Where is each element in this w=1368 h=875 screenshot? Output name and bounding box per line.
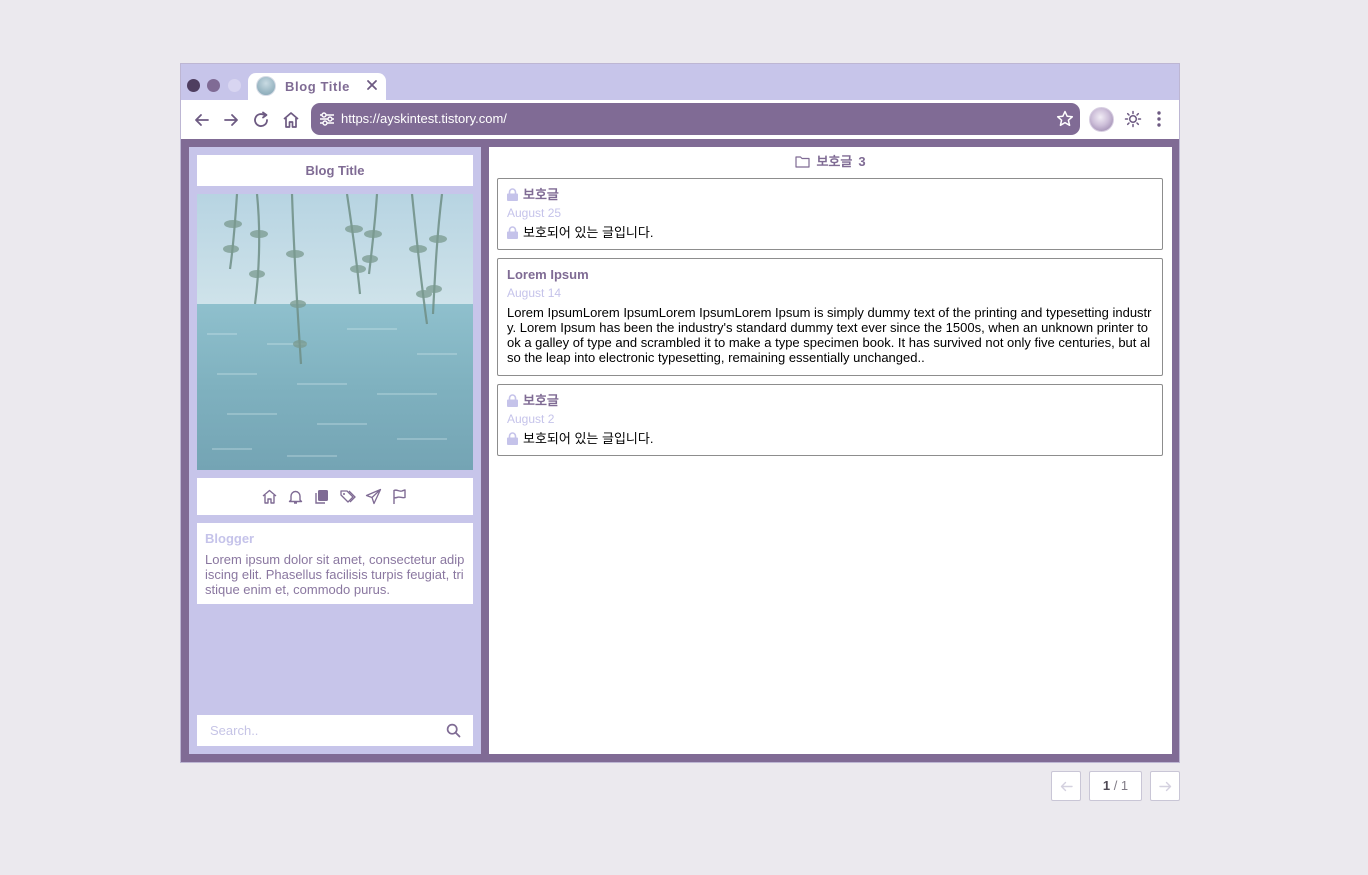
post-card[interactable]: 보호글 August 25 보호되어 있는 글입니다.	[497, 178, 1163, 250]
lock-icon	[507, 432, 518, 445]
tab-title: Blog Title	[285, 79, 350, 94]
url-text: https://ayskintest.tistory.com/	[341, 111, 507, 126]
favicon-icon	[256, 76, 276, 96]
folder-icon	[795, 156, 811, 168]
home-icon[interactable]	[281, 110, 301, 130]
lock-icon	[507, 394, 518, 407]
post-date: August 14	[507, 286, 562, 300]
browser-window: Blog Title https://ayskintest.tistory.co…	[180, 63, 1180, 763]
post-title[interactable]: 보호글	[507, 392, 1153, 409]
tab-bar: Blog Title	[181, 64, 1179, 100]
bookmark-star-icon[interactable]	[1055, 109, 1075, 129]
sidebar-nav-icons	[197, 478, 473, 515]
forward-icon[interactable]	[221, 110, 241, 130]
home-icon[interactable]	[261, 488, 278, 505]
post-title[interactable]: Lorem Ipsum	[507, 266, 1153, 283]
post-excerpt: 보호되어 있는 글입니다.	[507, 431, 1153, 446]
search-icon[interactable]	[446, 723, 461, 738]
post-title-text: 보호글	[523, 393, 559, 408]
reload-icon[interactable]	[251, 110, 271, 130]
total-pages: 1	[1120, 778, 1129, 793]
site-settings-icon[interactable]	[318, 110, 336, 128]
tags-icon[interactable]	[339, 488, 356, 505]
browser-tab[interactable]: Blog Title	[248, 73, 386, 100]
blogger-name: Blogger	[205, 531, 255, 546]
blog-title[interactable]: Blog Title	[197, 155, 473, 186]
post-date: August 25	[507, 206, 562, 220]
post-excerpt: Lorem IpsumLorem IpsumLorem IpsumLorem I…	[507, 305, 1152, 365]
copy-icon[interactable]	[313, 488, 330, 505]
arrow-left-icon	[1060, 781, 1073, 792]
page-separator: /	[1110, 778, 1121, 793]
page-indicator: 1 / 1	[1089, 771, 1142, 801]
lock-icon	[507, 188, 518, 201]
search-input[interactable]	[197, 715, 437, 746]
browser-toolbar: https://ayskintest.tistory.com/	[181, 100, 1179, 139]
sidebar: Blog Title Blogger Lorem ipsum dolor sit…	[189, 147, 481, 754]
send-icon[interactable]	[365, 488, 382, 505]
category-count: 3	[858, 154, 866, 169]
blog-cover-image	[197, 194, 473, 470]
profile-card: Blogger Lorem ipsum dolor sit amet, cons…	[197, 523, 473, 604]
blogger-bio: Lorem ipsum dolor sit amet, consectetur …	[205, 552, 465, 597]
post-excerpt: 보호되어 있는 글입니다.	[507, 225, 1153, 240]
flag-icon[interactable]	[391, 488, 408, 505]
theme-toggle-sun-icon[interactable]	[1124, 110, 1142, 128]
willow-lake-picture	[197, 194, 473, 470]
page-content: Blog Title Blogger Lorem ipsum dolor sit…	[189, 147, 1172, 754]
address-bar[interactable]: https://ayskintest.tistory.com/	[311, 103, 1080, 135]
category-header: 보호글 3	[489, 153, 1172, 171]
more-menu-icon[interactable]	[1151, 110, 1167, 128]
post-card[interactable]: 보호글 August 2 보호되어 있는 글입니다.	[497, 384, 1163, 456]
profile-avatar[interactable]	[1089, 107, 1114, 132]
prev-page-button[interactable]	[1051, 771, 1081, 801]
minimize-window-button[interactable]	[207, 79, 220, 92]
arrow-right-icon	[1159, 781, 1172, 792]
next-page-button[interactable]	[1150, 771, 1180, 801]
post-excerpt-text: 보호되어 있는 글입니다.	[523, 431, 654, 446]
close-tab-icon[interactable]	[364, 77, 380, 93]
current-page: 1	[1102, 778, 1111, 793]
close-window-button[interactable]	[187, 79, 200, 92]
post-title-text: 보호글	[523, 187, 559, 202]
back-icon[interactable]	[192, 110, 212, 130]
post-date: August 2	[507, 412, 555, 426]
main-content: 보호글 3 보호글 August 25 보호되어 있는 글입니다. Lorem I…	[489, 147, 1172, 754]
search-box	[197, 715, 473, 746]
maximize-window-button[interactable]	[228, 79, 241, 92]
post-title[interactable]: 보호글	[507, 186, 1153, 203]
bell-icon[interactable]	[287, 488, 304, 505]
post-card[interactable]: Lorem Ipsum August 14 Lorem IpsumLorem I…	[497, 258, 1163, 376]
category-name: 보호글	[816, 154, 853, 169]
lock-icon	[507, 226, 518, 239]
post-excerpt-text: 보호되어 있는 글입니다.	[523, 225, 654, 240]
